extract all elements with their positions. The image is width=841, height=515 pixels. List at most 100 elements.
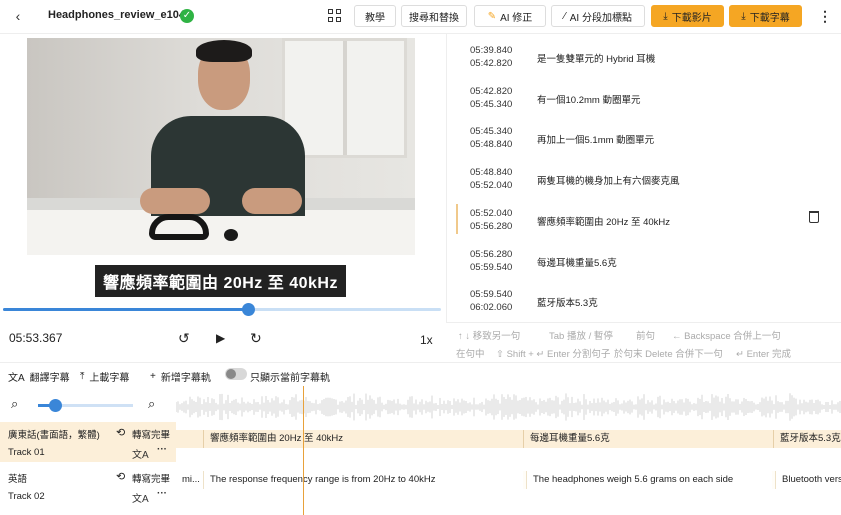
subtitle-entry[interactable]: 05:48.840 05:52.040 兩隻耳機的機身加上有六個麥克風 (447, 159, 841, 200)
top-bar: ‹ Headphones_review_e104 ✓ 教學 搜尋和替換 ✎ AI … (0, 0, 841, 34)
translate-subtitles-button[interactable]: 文A 翻譯字幕 (8, 369, 70, 384)
hint: ⇧ Shift + ↵ Enter 分割句子 (496, 349, 611, 360)
download-video-button[interactable]: ⤓ 下載影片 (651, 5, 724, 27)
track-language: 廣東話(書面語，繁體) (8, 430, 100, 441)
check-circle-icon: ✓ (180, 9, 194, 23)
subtitle-text[interactable]: 藍牙版本5.3克 (537, 295, 598, 309)
ai-fix-button[interactable]: ✎ AI 修正 (474, 5, 546, 27)
subtitle-entry[interactable]: 05:52.040 05:56.280 響應頻率範圍由 20Hz 至 40kHz (447, 199, 841, 241)
timeline-playhead[interactable] (303, 386, 304, 515)
track-2-header[interactable]: 英語 ⟲ 轉寫完畢 Track 02 文A ··· (0, 466, 176, 506)
subtitle-segment[interactable]: The headphones weigh 5.6 grams on each s… (526, 471, 772, 489)
subtitle-text[interactable]: 兩隻耳機的機身加上有六個麥克風 (537, 173, 680, 187)
subtitle-end-time[interactable]: 05:52.040 (470, 180, 512, 191)
ai-segment-button[interactable]: ⁄ AI 分段加標點 (551, 5, 645, 27)
audio-waveform (176, 393, 841, 421)
subtitle-end-time[interactable]: 05:59.540 (470, 262, 512, 273)
playback-progress-bar[interactable] (3, 303, 441, 316)
subtitle-segment[interactable]: 藍牙版本5.3克 (773, 430, 841, 448)
subtitle-start-time[interactable]: 05:42.820 (470, 86, 512, 97)
hint: Tab 播放 / 暫停 (549, 331, 613, 342)
search-replace-button[interactable]: 搜尋和替換 (401, 5, 467, 27)
upload-subtitles-button[interactable]: ⤒ 上載字幕 (80, 369, 129, 384)
translate-icon[interactable]: 文A (132, 490, 149, 505)
keyboard-hints: ↑ ↓ 移致另一句 Tab 播放 / 暫停 前句 ← Backspace 合併上… (446, 322, 841, 362)
playback-speed[interactable]: 1x (420, 333, 433, 347)
zoom-out-icon[interactable]: ⌕ (11, 396, 18, 412)
more-icon[interactable]: ··· (157, 444, 167, 455)
track-1-header[interactable]: 廣東話(書面語，繁體) ⟲ 轉寫完畢 Track 01 文A ··· (0, 422, 176, 462)
magic-wand-icon: ⁄ (564, 10, 566, 22)
subtitle-start-time[interactable]: 05:59.540 (470, 289, 512, 300)
subtitle-entry[interactable]: 05:45.340 05:48.840 再加上一個5.1mm 動圈單元 (447, 118, 841, 159)
only-current-track-label: 只顯示當前字幕軌 (250, 373, 330, 384)
forward-icon[interactable]: ↻ (250, 330, 262, 347)
subtitle-start-time[interactable]: 05:39.840 (470, 45, 512, 56)
only-current-track-toggle[interactable] (225, 368, 247, 380)
subtitle-text[interactable]: 響應頻率範圍由 20Hz 至 40kHz (537, 214, 670, 228)
subtitle-start-time[interactable]: 05:48.840 (470, 167, 512, 178)
video-frame[interactable] (27, 38, 415, 255)
subtitle-start-time[interactable]: 05:56.280 (470, 249, 512, 260)
plus-icon: + (150, 371, 156, 382)
subtitle-list: 05:39.840 05:42.820 是一隻雙單元的 Hybrid 耳機 05:42… (446, 34, 841, 322)
subtitle-start-time[interactable]: 05:45.340 (470, 126, 512, 137)
subtitle-segment[interactable]: 每邊耳機重量5.6克 (523, 430, 773, 448)
subtitle-end-time[interactable]: 05:56.280 (470, 221, 512, 232)
download-icon: ⤓ (663, 10, 668, 22)
zoom-controls: ⌕ ⌕ (0, 386, 176, 422)
current-time: 05:53.367 (9, 331, 63, 345)
progress-handle[interactable] (242, 303, 256, 316)
subtitle-start-time[interactable]: 05:52.040 (470, 208, 512, 219)
rewind-icon[interactable]: ↺ (178, 330, 190, 347)
subtitle-end-time[interactable]: 05:45.340 (470, 99, 512, 110)
subtitle-segment[interactable]: 響應頻率範圍由 20Hz 至 40kHz (203, 430, 523, 448)
upload-icon: ⤒ (80, 371, 85, 382)
translate-icon: 文A (8, 373, 25, 384)
more-icon[interactable]: ··· (157, 488, 167, 499)
tutorial-button[interactable]: 教學 (354, 5, 396, 27)
subtitle-text[interactable]: 每邊耳機重量5.6克 (537, 255, 617, 269)
hint: 在句中 (456, 349, 485, 360)
download-icon: ⤓ (741, 10, 746, 22)
subtitle-segment[interactable] (176, 430, 203, 448)
track-name: Track 01 (8, 447, 45, 458)
magic-icon: ✎ (487, 10, 497, 22)
add-track-button[interactable]: + 新增字幕軌 (150, 369, 211, 384)
hint: ← Backspace 合併上一句 (672, 331, 781, 342)
download-subtitles-button[interactable]: ⤓ 下載字幕 (729, 5, 802, 27)
zoom-in-icon[interactable]: ⌕ (148, 396, 155, 412)
subtitle-segment[interactable]: mi... (176, 471, 203, 489)
sync-icon: ⟲ (116, 427, 126, 439)
subtitle-toolbar: 文A 翻譯字幕 ⤒ 上載字幕 + 新增字幕軌 只顯示當前字幕軌 (0, 362, 841, 386)
grid-icon[interactable] (328, 9, 342, 23)
subtitle-entry[interactable]: 05:59.540 06:02.060 藍牙版本5.3克 (447, 281, 841, 322)
sync-icon: ⟲ (116, 471, 126, 483)
subtitle-segment[interactable]: The response frequency range is from 20H… (203, 471, 523, 489)
subtitle-end-time[interactable]: 05:48.840 (470, 139, 512, 150)
file-name: Headphones_review_e104 (48, 9, 185, 21)
subtitle-end-time[interactable]: 05:42.820 (470, 58, 512, 69)
track-status: 轉寫完畢 (132, 430, 171, 441)
subtitle-text[interactable]: 是一隻雙單元的 Hybrid 耳機 (537, 51, 655, 65)
play-icon[interactable]: ▶ (216, 331, 225, 345)
translate-icon[interactable]: 文A (132, 446, 149, 461)
subtitle-entry[interactable]: 05:42.820 05:45.340 有一個10.2mm 動圈單元 (447, 78, 841, 119)
delete-icon[interactable] (809, 210, 819, 223)
zoom-slider[interactable] (38, 399, 133, 412)
hint: 於句末 Delete 合併下一句 (614, 349, 723, 360)
active-indicator (456, 203, 458, 234)
subtitle-text[interactable]: 再加上一個5.1mm 動圈單元 (537, 132, 654, 146)
subtitle-end-time[interactable]: 06:02.060 (470, 302, 512, 313)
subtitle-text[interactable]: 有一個10.2mm 動圈單元 (537, 92, 640, 106)
subtitle-segment[interactable]: Bluetooth vers (775, 471, 841, 489)
hint: ↵ Enter 完成 (736, 349, 791, 360)
hint: 前句 (636, 331, 656, 342)
subtitle-entry[interactable]: 05:39.840 05:42.820 是一隻雙單元的 Hybrid 耳機 (447, 37, 841, 78)
track-status: 轉寫完畢 (132, 474, 171, 485)
subtitle-entry[interactable]: 05:56.280 05:59.540 每邊耳機重量5.6克 (447, 241, 841, 282)
zoom-handle[interactable] (49, 399, 63, 412)
back-icon[interactable]: ‹ (10, 8, 26, 24)
track-name: Track 02 (8, 491, 45, 502)
more-menu-icon[interactable]: ⋮ (818, 8, 832, 25)
